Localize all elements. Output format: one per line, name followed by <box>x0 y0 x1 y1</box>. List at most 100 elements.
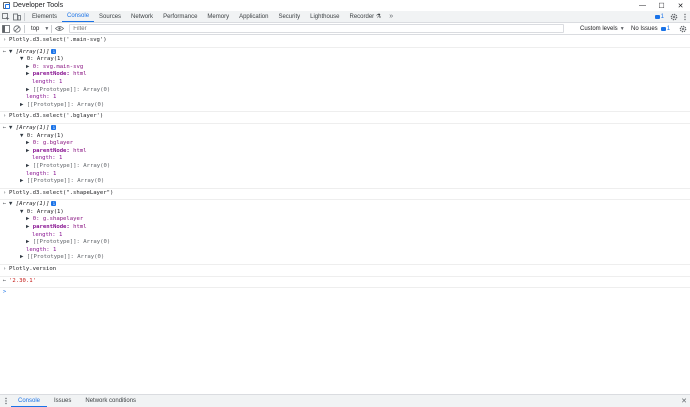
minimize-button[interactable]: — <box>633 0 652 11</box>
tree-item[interactable]: ▶ 0: g.bglayer <box>0 140 690 148</box>
maximize-button[interactable]: ☐ <box>652 0 671 11</box>
tab-memory[interactable]: Memory <box>202 11 234 22</box>
collapsed-triangle-icon[interactable]: ▶ <box>26 148 33 154</box>
console-input-line: › Plotly.version <box>0 266 690 274</box>
drawer-tab-console[interactable]: Console <box>11 395 48 407</box>
expand-triangle-icon[interactable]: ▼ <box>9 49 16 55</box>
close-window-button[interactable]: ✕ <box>671 0 690 11</box>
collapsed-triangle-icon[interactable]: ▶ <box>26 239 33 245</box>
tree-item[interactable]: ▶ [[Prototype]]: Array(0) <box>0 102 690 110</box>
tab-console[interactable]: Console <box>62 11 95 22</box>
tree-item[interactable]: ▶ parentNode: html <box>0 148 690 156</box>
expand-triangle-icon[interactable]: ▼ <box>20 133 27 139</box>
tab-elements[interactable]: Elements <box>27 11 62 22</box>
console-entry: › Plotly.version <box>0 265 690 277</box>
property-value: html <box>73 224 87 231</box>
kebab-icon[interactable] <box>679 11 690 22</box>
more-tabs-button[interactable]: » <box>386 11 396 22</box>
prototype-property: [[Prototype]]: Array(0) <box>26 254 105 261</box>
tab-performance[interactable]: Performance <box>158 11 202 22</box>
dom-node-ref[interactable]: 0: svg.main-svg <box>33 64 84 70</box>
property-key: parentNode: <box>32 71 70 78</box>
tab-recorder[interactable]: Recorder ⚗ <box>345 11 387 22</box>
collapsed-triangle-icon[interactable]: ▶ <box>26 64 33 70</box>
message-icon <box>660 26 666 31</box>
tree-item: length: 1 <box>0 232 690 240</box>
collapsed-triangle-icon[interactable]: ▶ <box>26 216 33 222</box>
collapsed-triangle-icon[interactable]: ▶ <box>26 163 33 169</box>
tree-item[interactable]: ▼ 0: Array(1) <box>0 133 690 141</box>
input-chevron-icon: › <box>2 189 7 196</box>
prototype-property: [[Prototype]]: Array(0) <box>32 162 111 169</box>
clear-console-icon[interactable] <box>11 23 22 34</box>
drawer-tab-network-conditions[interactable]: Network conditions <box>78 395 143 407</box>
tree-item[interactable]: ▶ 0: g.shapelayer <box>0 216 690 224</box>
tree-item[interactable]: ▼ 0: Array(1) <box>0 56 690 64</box>
tab-network[interactable]: Network <box>126 11 158 22</box>
tab-application[interactable]: Application <box>234 11 273 22</box>
sidebar-toggle-icon[interactable] <box>0 23 11 34</box>
gear-icon[interactable] <box>668 11 679 22</box>
eye-icon[interactable] <box>54 23 65 34</box>
tree-item: length: 1 <box>0 171 690 179</box>
tree-item[interactable]: ▶ 0: svg.main-svg <box>0 64 690 72</box>
tree-item[interactable]: ▼ 0: Array(1) <box>0 209 690 217</box>
result-header[interactable]: ← ▼ [Array(1)] i <box>0 124 690 133</box>
messages-badge[interactable]: 1 <box>654 13 664 20</box>
expand-triangle-icon[interactable]: ▼ <box>20 56 27 62</box>
collapsed-triangle-icon[interactable]: ▶ <box>26 87 33 93</box>
tree-item[interactable]: ▶ [[Prototype]]: Array(0) <box>0 254 690 262</box>
collapsed-triangle-icon[interactable]: ▶ <box>26 224 33 230</box>
expand-triangle-icon[interactable]: ▼ <box>20 209 27 215</box>
inspect-element-icon[interactable] <box>0 11 11 22</box>
filter-input[interactable] <box>69 24 565 33</box>
context-selector[interactable]: top ▼ <box>31 26 49 32</box>
tree-item[interactable]: ▶ parentNode: html <box>0 71 690 79</box>
console-settings-gear-icon[interactable] <box>677 23 688 34</box>
tab-sources[interactable]: Sources <box>94 11 126 22</box>
log-levels-label: Custom levels <box>580 25 618 32</box>
toolbar-divider <box>24 24 25 33</box>
tab-security[interactable]: Security <box>273 11 305 22</box>
collapsed-triangle-icon[interactable]: ▶ <box>26 140 33 146</box>
input-expression: Plotly.d3.select('.bglayer') <box>9 113 104 120</box>
expand-triangle-icon[interactable]: ▼ <box>9 201 16 207</box>
dom-node-ref[interactable]: 0: g.shapelayer <box>33 216 84 222</box>
console-entry: ← ▼ [Array(1)] i ▼ 0: Array(1) ▶ 0: svg.ma… <box>0 48 690 113</box>
collapsed-triangle-icon[interactable]: ▶ <box>26 71 33 77</box>
title-bar: Developer Tools — ☐ ✕ <box>0 0 690 11</box>
tree-item[interactable]: ▶ parentNode: html <box>0 224 690 232</box>
input-expression: Plotly.version <box>9 266 57 273</box>
console-output[interactable]: › Plotly.d3.select('.main-svg') ← ▼ [Array… <box>0 36 690 394</box>
result-header[interactable]: ← ▼ [Array(1)] i <box>0 201 690 209</box>
console-input-line: › Plotly.d3.select(".shapeLayer") <box>0 190 690 198</box>
console-prompt[interactable]: > <box>0 288 690 297</box>
collapsed-triangle-icon[interactable]: ▶ <box>20 254 27 260</box>
tree-item[interactable]: ▶ [[Prototype]]: Array(0) <box>0 87 690 95</box>
tree-item[interactable]: ▶ [[Prototype]]: Array(0) <box>0 239 690 247</box>
tree-item-label: 0: Array(1) <box>26 132 64 139</box>
window-controls: — ☐ ✕ <box>633 0 690 11</box>
issues-counter[interactable]: No Issues 1 <box>631 23 670 34</box>
device-toolbar-icon[interactable] <box>11 11 22 22</box>
tab-lighthouse[interactable]: Lighthouse <box>305 11 344 22</box>
expand-triangle-icon[interactable]: ▼ <box>9 125 16 131</box>
issues-label: No Issues <box>631 25 658 32</box>
dom-node-ref[interactable]: 0: g.bglayer <box>33 140 73 146</box>
collapsed-triangle-icon[interactable]: ▶ <box>20 178 27 184</box>
array-summary: [Array(1)] <box>15 48 50 55</box>
result-header[interactable]: ← ▼ [Array(1)] i <box>0 48 690 57</box>
toolbar-divider <box>24 13 25 21</box>
log-levels-dropdown[interactable]: Custom levels ▼ <box>580 23 625 34</box>
collapsed-triangle-icon[interactable]: ▶ <box>20 102 27 108</box>
drawer-tab-issues[interactable]: Issues <box>47 395 78 407</box>
tree-item[interactable]: ▶ [[Prototype]]: Array(0) <box>0 163 690 171</box>
property-value: html <box>73 71 87 78</box>
close-drawer-icon[interactable]: ✕ <box>681 395 687 407</box>
issues-badge: 1 <box>660 26 670 32</box>
tree-item[interactable]: ▶ [[Prototype]]: Array(0) <box>0 178 690 186</box>
messages-count: 1 <box>660 13 664 20</box>
kebab-icon[interactable] <box>0 395 11 407</box>
chevron-down-icon: ▼ <box>44 25 50 32</box>
length-property: length: 1 <box>26 246 57 253</box>
